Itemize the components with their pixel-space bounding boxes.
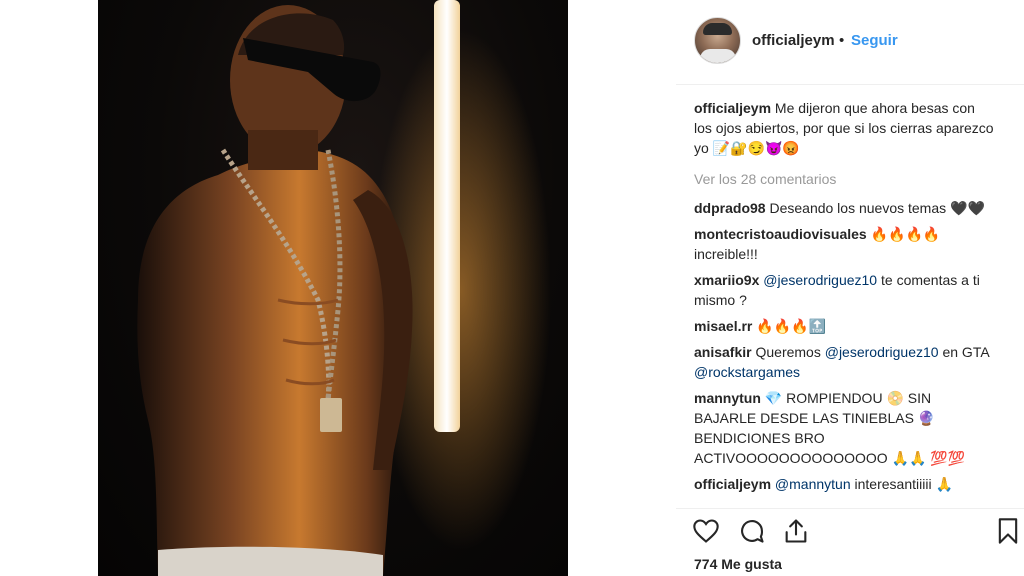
comment-text: increible!!! bbox=[694, 246, 758, 262]
mention-link[interactable]: @jeserodriguez10 bbox=[763, 272, 877, 288]
caption: officialjeym Me dijeron que ahora besas … bbox=[694, 98, 994, 158]
comment-username[interactable]: misael.rr bbox=[694, 318, 752, 334]
caption-emojis: 📝🔐😏😈😡 bbox=[712, 140, 800, 156]
mention-link-2[interactable]: @rockstargames bbox=[694, 364, 800, 380]
caption-username[interactable]: officialjeym bbox=[694, 100, 771, 116]
comment: mannytun 💎 ROMPIENDOU 📀 SIN BAJARLE DESD… bbox=[694, 388, 994, 468]
comment-text: interesantiiiii 🙏 bbox=[854, 476, 953, 492]
post-panel: officialjeym • Seguir officialjeym Me di… bbox=[676, 0, 1024, 576]
comment: montecristoaudiovisuales 🔥🔥🔥🔥 increible!… bbox=[694, 224, 994, 264]
comments-list[interactable]: officialjeym Me dijeron que ahora besas … bbox=[694, 98, 994, 508]
comment-text: Queremos bbox=[755, 344, 821, 360]
comment-text: Deseando los nuevos temas bbox=[769, 200, 947, 216]
post-header: officialjeym • Seguir bbox=[676, 0, 1024, 85]
comment-text-2: en GTA bbox=[942, 344, 989, 360]
follow-button[interactable]: Seguir bbox=[851, 32, 898, 49]
comment-username[interactable]: xmariio9x bbox=[694, 272, 759, 288]
bookmark-icon[interactable] bbox=[994, 517, 1022, 545]
post-photo[interactable] bbox=[98, 0, 568, 576]
comment-username[interactable]: montecristoaudiovisuales bbox=[694, 226, 867, 242]
fire-emojis: 🔥🔥🔥🔝 bbox=[756, 318, 826, 334]
comment: misael.rr 🔥🔥🔥🔝 bbox=[694, 316, 994, 336]
comment: xmariio9x @jeserodriguez10 te comentas a… bbox=[694, 270, 994, 310]
comment-username[interactable]: anisafkir bbox=[694, 344, 752, 360]
mention-link[interactable]: @mannytun bbox=[775, 476, 851, 492]
pray-emojis: 🙏🙏 💯💯 bbox=[891, 450, 966, 466]
comment: anisafkir Queremos @jeserodriguez10 en G… bbox=[694, 342, 994, 382]
likes-count[interactable]: 774 Me gusta bbox=[694, 556, 782, 572]
comment-username[interactable]: ddprado98 bbox=[694, 200, 766, 216]
heart-emoji: 🖤🖤 bbox=[950, 200, 985, 216]
comment-username[interactable]: mannytun bbox=[694, 390, 761, 406]
header-username[interactable]: officialjeym bbox=[752, 32, 835, 49]
comment: officialjeym @mannytun interesantiiiii 🙏 bbox=[694, 474, 994, 492]
view-all-comments-link[interactable]: Ver los 28 comentarios bbox=[694, 169, 994, 189]
share-icon[interactable] bbox=[782, 517, 810, 545]
fire-emojis: 🔥🔥🔥🔥 bbox=[870, 226, 941, 242]
heart-icon[interactable] bbox=[692, 517, 720, 545]
comment-icon[interactable] bbox=[738, 517, 766, 545]
comment-username[interactable]: officialjeym bbox=[694, 476, 771, 492]
avatar[interactable] bbox=[694, 17, 741, 64]
mention-link[interactable]: @jeserodriguez10 bbox=[825, 344, 939, 360]
action-bar bbox=[676, 508, 1024, 554]
header-dot: • bbox=[839, 32, 845, 49]
comment: ddprado98 Deseando los nuevos temas 🖤🖤 bbox=[694, 198, 994, 218]
